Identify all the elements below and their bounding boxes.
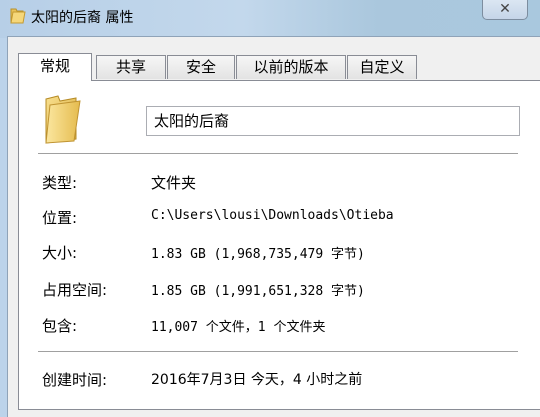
close-button[interactable]: ✕ <box>482 0 528 20</box>
location-label: 位置: <box>42 209 78 227</box>
tab-customize[interactable]: 自定义 <box>347 55 417 79</box>
created-value: 2016年7月3日 今天，4 小时之前 <box>151 372 363 388</box>
tab-sharing[interactable]: 共享 <box>96 55 166 79</box>
folder-name-input[interactable]: 太阳的后裔 <box>146 106 520 136</box>
type-label: 类型: <box>42 174 78 192</box>
separator <box>38 153 518 154</box>
created-label: 创建时间: <box>42 371 108 389</box>
tab-general[interactable]: 常规 <box>18 53 92 81</box>
contains-value: 11,007 个文件，1 个文件夹 <box>151 320 326 335</box>
title-bar[interactable]: 太阳的后裔 属性 ✕ <box>0 0 540 38</box>
size-value: 1.83 GB (1,968,735,479 字节) <box>151 247 365 262</box>
size-label: 大小: <box>42 244 78 262</box>
separator <box>38 351 518 352</box>
folder-icon <box>10 8 26 24</box>
folder-icon <box>45 95 81 144</box>
tab-security[interactable]: 安全 <box>167 55 235 79</box>
size-on-disk-value: 1.85 GB (1,991,651,328 字节) <box>151 284 365 299</box>
type-value: 文件夹 <box>151 174 197 192</box>
close-icon: ✕ <box>499 1 511 17</box>
window-title: 太阳的后裔 属性 <box>31 10 134 26</box>
location-value: C:\Users\lousi\Downloads\Otieba <box>151 208 394 223</box>
size-on-disk-label: 占用空间: <box>42 281 108 299</box>
tab-previous-versions[interactable]: 以前的版本 <box>236 55 346 79</box>
contains-label: 包含: <box>42 317 78 335</box>
